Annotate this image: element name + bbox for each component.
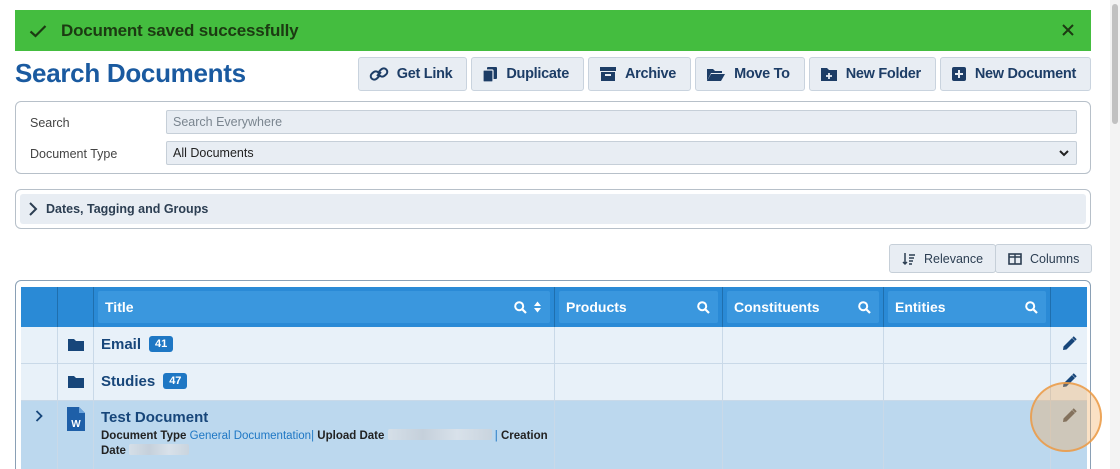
redacted-creation-date — [129, 444, 190, 455]
sort-icon — [902, 252, 915, 265]
duplicate-label: Duplicate — [506, 66, 569, 82]
chevron-right-icon — [29, 202, 38, 216]
move-to-button[interactable]: Move To — [695, 57, 805, 91]
scrollbar-thumb[interactable] — [1112, 4, 1118, 124]
search-icon[interactable] — [1025, 300, 1038, 314]
header-products-label: Products — [566, 299, 627, 315]
columns-button[interactable]: Columns — [995, 244, 1093, 273]
documents-table: Title Products Constituents Entities Ema… — [15, 280, 1091, 469]
sort-arrows-icon[interactable] — [533, 300, 542, 314]
link-icon — [369, 67, 389, 81]
count-badge: 41 — [149, 336, 174, 352]
header-constituents[interactable]: Constituents — [723, 287, 884, 327]
word-document-icon: W — [67, 407, 85, 431]
new-folder-label: New Folder — [845, 66, 921, 82]
folder-open-icon — [707, 68, 726, 81]
header-expand-col — [21, 287, 58, 327]
redacted-upload-date — [387, 429, 492, 440]
document-type-select[interactable]: All Documents — [166, 141, 1077, 165]
document-type-value: All Documents — [173, 146, 254, 160]
header-entities[interactable]: Entities — [884, 287, 1051, 327]
toolbar: Get Link Duplicate Archive Move To New F… — [357, 57, 1091, 91]
pencil-icon[interactable] — [1061, 408, 1077, 424]
chevron-down-icon — [1058, 147, 1070, 162]
filters-label: Dates, Tagging and Groups — [46, 202, 209, 216]
document-title[interactable]: Test Document — [101, 409, 208, 426]
count-badge: 47 — [163, 373, 188, 389]
folder-title[interactable]: Email 41 — [101, 336, 174, 353]
header-entities-label: Entities — [895, 299, 946, 315]
header-icon-col — [58, 287, 94, 327]
archive-icon — [599, 67, 616, 81]
header-products[interactable]: Products — [555, 287, 723, 327]
new-document-button[interactable]: New Document — [939, 57, 1091, 91]
table-header: Title Products Constituents Entities — [21, 287, 1087, 327]
search-icon[interactable] — [858, 300, 871, 314]
close-icon[interactable] — [1057, 19, 1079, 41]
header-constituents-label: Constituents — [734, 299, 820, 315]
document-type-label: Document Type — [30, 147, 118, 161]
move-to-label: Move To — [734, 66, 790, 82]
search-panel: Search Search Everywhere Document Type A… — [15, 101, 1091, 174]
pencil-icon[interactable] — [1061, 373, 1077, 389]
table-row[interactable]: Studies 47 — [21, 364, 1087, 401]
success-toast: Document saved successfully — [15, 10, 1091, 51]
table-row[interactable]: Email 41 — [21, 327, 1087, 364]
filters-panel: Dates, Tagging and Groups — [15, 189, 1091, 229]
filters-toggle[interactable]: Dates, Tagging and Groups — [20, 194, 1086, 224]
search-icon[interactable] — [697, 300, 710, 314]
folder-title[interactable]: Studies 47 — [101, 373, 188, 390]
archive-label: Archive — [624, 66, 677, 82]
page-title: Search Documents — [15, 58, 246, 88]
get-link-label: Get Link — [396, 66, 453, 82]
page-scrollbar[interactable] — [1110, 0, 1120, 469]
plus-square-icon — [951, 67, 966, 81]
copy-icon — [482, 66, 498, 83]
search-icon[interactable] — [514, 300, 527, 314]
relevance-label: Relevance — [924, 251, 984, 266]
duplicate-button[interactable]: Duplicate — [471, 57, 584, 91]
folder-plus-icon — [820, 67, 837, 81]
archive-button[interactable]: Archive — [587, 57, 692, 91]
new-document-label: New Document — [974, 66, 1076, 82]
columns-icon — [1008, 252, 1022, 265]
search-label: Search — [30, 116, 70, 130]
expand-cell[interactable] — [21, 401, 58, 469]
search-input[interactable]: Search Everywhere — [166, 110, 1077, 134]
header-title[interactable]: Title — [94, 287, 555, 327]
relevance-sort-button[interactable]: Relevance — [889, 244, 997, 273]
document-meta: Document Type General Documentation| Upl… — [101, 429, 548, 457]
table-row-selected[interactable]: W Test Document Document Type General Do… — [21, 401, 1087, 469]
pencil-icon[interactable] — [1061, 336, 1077, 352]
folder-icon — [68, 376, 84, 388]
document-type-link[interactable]: General Documentation — [190, 430, 311, 442]
check-icon — [27, 20, 49, 42]
get-link-button[interactable]: Get Link — [357, 57, 468, 91]
new-folder-button[interactable]: New Folder — [808, 57, 936, 91]
svg-text:W: W — [71, 419, 81, 430]
folder-icon — [68, 339, 84, 351]
toast-message: Document saved successfully — [61, 20, 299, 40]
columns-label: Columns — [1030, 251, 1080, 266]
chevron-right-icon[interactable] — [35, 410, 43, 422]
header-title-label: Title — [105, 299, 134, 315]
header-actions-col — [1051, 287, 1087, 327]
